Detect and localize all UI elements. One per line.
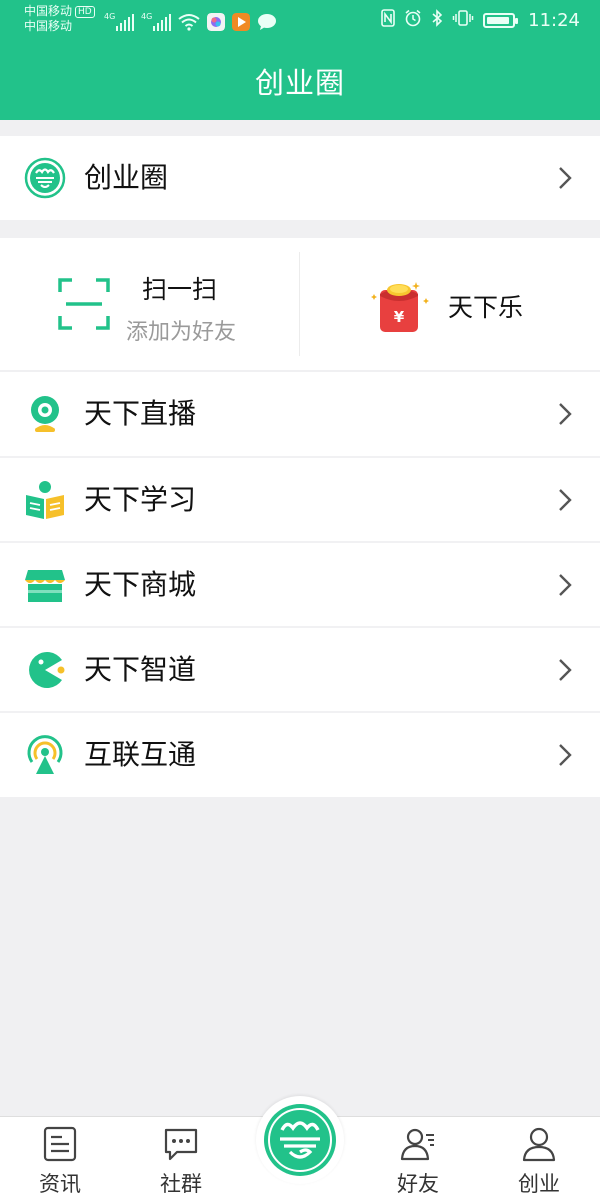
row-label: 创业圈 [84, 161, 169, 194]
live-camera-icon [31, 396, 59, 432]
pacman-icon [29, 652, 65, 688]
status-time: 11:24 [528, 9, 580, 31]
menu-item-zhidao[interactable]: 天下智道 [0, 628, 600, 712]
news-icon [43, 1126, 77, 1162]
chevron-right-icon [559, 167, 572, 189]
nav-label: 好友 [397, 1172, 439, 1196]
chevron-right-icon [559, 574, 572, 596]
row-label: 天下直播 [84, 397, 197, 430]
network-type-1: 4G [104, 12, 116, 21]
nav-item-startup[interactable]: 创业 [499, 1124, 579, 1196]
signal-icon: 4G [104, 13, 134, 31]
carrier-info: 中国移动 HD 中国移动 [24, 4, 95, 34]
status-bar: 中国移动 HD 中国移动 4G 4G 11:24 [0, 0, 600, 40]
battery-icon [483, 12, 519, 28]
broadcast-icon [27, 735, 63, 774]
status-left-icons: 4G 4G [104, 9, 277, 31]
wifi-icon [178, 14, 200, 31]
person-icon [522, 1127, 556, 1162]
page-title: 创业圈 [254, 66, 345, 100]
menu-item-live[interactable]: 天下直播 [0, 372, 600, 456]
store-icon [25, 570, 65, 602]
study-book-icon [26, 481, 64, 519]
vibrate-icon [452, 9, 474, 32]
network-type-2: 4G [141, 12, 153, 21]
friends-icon [400, 1128, 434, 1161]
hd-badge: HD [75, 6, 95, 18]
message-bubble-icon [258, 14, 276, 30]
bluetooth-icon [431, 8, 443, 32]
row-label: 天下学习 [84, 483, 197, 516]
app-logo-icon [24, 157, 66, 199]
chuangyequan-row[interactable]: 创业圈 [0, 136, 600, 220]
nav-item-community[interactable]: 社群 [141, 1124, 221, 1196]
vertical-divider [299, 252, 300, 356]
status-right-icons: 11:24 [381, 8, 580, 32]
battery-level [487, 16, 509, 24]
nav-label: 社群 [160, 1172, 202, 1196]
carrier-name-1: 中国移动 [24, 4, 73, 18]
center-logo-button[interactable] [256, 1096, 344, 1184]
chevron-right-icon [559, 403, 572, 425]
menu-item-store[interactable]: 天下商城 [0, 543, 600, 627]
nfc-icon [381, 8, 395, 32]
alarm-icon [404, 9, 422, 32]
nav-item-news[interactable]: 资讯 [20, 1124, 100, 1196]
nav-label: 创业 [518, 1172, 560, 1196]
signal-icon: 4G [141, 13, 171, 31]
carrier-name-2: 中国移动 [24, 19, 73, 33]
video-app-icon [232, 13, 250, 31]
red-packet-icon: ¥ [371, 282, 429, 332]
top-bar: 中国移动 HD 中国移动 4G 4G 11:24 创业圈 [0, 0, 600, 120]
chevron-right-icon [559, 489, 572, 511]
row-label: 互联互通 [84, 738, 197, 771]
scan-frame-icon [58, 278, 110, 330]
nav-item-friends[interactable]: 好友 [378, 1124, 458, 1196]
app-logo-icon [264, 1104, 336, 1176]
chevron-right-icon [559, 659, 572, 681]
tianxiale-label: 天下乐 [448, 293, 524, 322]
chat-bubble-icon [164, 1128, 198, 1161]
scan-subtitle: 添加为好友 [126, 320, 237, 345]
menu-item-study[interactable]: 天下学习 [0, 458, 600, 542]
row-label: 天下智道 [84, 653, 197, 686]
scan-title: 扫一扫 [142, 275, 218, 304]
chevron-right-icon [559, 744, 572, 766]
row-label: 天下商城 [84, 568, 197, 601]
menu-item-interconnect[interactable]: 互联互通 [0, 713, 600, 797]
app-notification-icon [207, 13, 225, 31]
yuan-symbol: ¥ [394, 308, 405, 326]
nav-label: 资讯 [39, 1172, 81, 1196]
